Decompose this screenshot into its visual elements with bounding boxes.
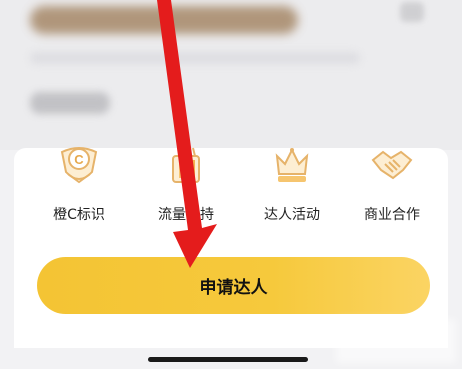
feature-row: C 橙C标识 流量扶持 达人活动 商业合作 [14,142,448,232]
feature-label: 商业合作 [364,207,420,223]
apply-talent-button[interactable]: 申请达人 [37,257,430,314]
feature-talent-activity[interactable]: 达人活动 [247,142,337,232]
svg-text:C: C [74,152,84,167]
blurred-icon [400,2,424,22]
blurred-title [30,6,298,34]
traffic-boost-icon [172,147,200,183]
feature-business-cooperation[interactable]: 商业合作 [347,142,437,232]
home-indicator [148,357,308,362]
feature-label: 橙C标识 [53,207,105,223]
feature-orange-c-badge[interactable]: C 橙C标识 [34,142,124,232]
crown-icon [275,147,309,182]
handshake-icon [371,150,413,180]
feature-label: 流量扶持 [158,207,214,223]
blurred-profile-card [0,0,462,150]
feature-label: 达人活动 [264,207,320,223]
feature-traffic-support[interactable]: 流量扶持 [141,142,231,232]
blurred-section-heading [30,92,110,114]
badge-c-icon: C [60,147,98,184]
watermark [336,319,456,363]
blurred-text [30,52,360,64]
